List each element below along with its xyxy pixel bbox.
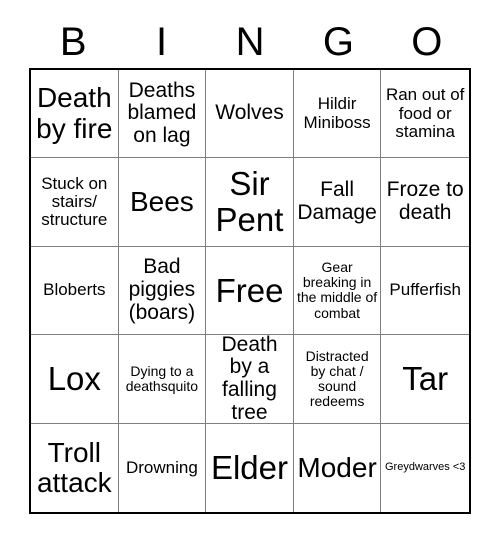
bingo-cell-label: Distracted by chat / sound redeems	[305, 347, 369, 409]
bingo-card: B I N G O Death by fire Deaths blamed on…	[29, 16, 471, 514]
bingo-cell-label: Greydwarves <3	[384, 460, 466, 473]
bingo-cell[interactable]: Sir Pent	[206, 158, 294, 247]
bingo-cell-label: Drowning	[125, 457, 198, 477]
bingo-cell-label: Sir Pent	[215, 165, 284, 239]
bingo-cell-label: Lox	[47, 360, 101, 398]
bingo-cell[interactable]: Bloberts	[31, 246, 119, 336]
bingo-cell[interactable]: Hildir Miniboss	[293, 70, 382, 159]
bingo-cell[interactable]: Greydwarves <3	[381, 423, 469, 512]
bingo-grid: Death by fire Deaths blamed on lag Wolve…	[29, 68, 471, 514]
bingo-cell[interactable]: Dying to a deathsquito	[118, 335, 207, 424]
bingo-cell-label: Fall Damage	[297, 178, 377, 225]
bingo-cell-label: Gear breaking in the middle of combat	[297, 259, 378, 321]
bingo-cell-label: Ran out of food or stamina	[385, 85, 465, 141]
bingo-cell[interactable]: Moder	[293, 423, 382, 512]
bingo-cell-label: Hildir Miniboss	[303, 94, 371, 132]
bingo-cell[interactable]: Lox	[31, 335, 119, 424]
header-letter-n: N	[235, 20, 265, 64]
bingo-cell-label: Death by fire	[36, 82, 113, 144]
bingo-cell[interactable]: Wolves	[206, 70, 294, 159]
bingo-cell-label: Tar	[402, 360, 449, 398]
bingo-cell-label: Free	[215, 271, 284, 309]
header-letter-i: I	[156, 20, 168, 64]
bingo-cell[interactable]: Bees	[118, 158, 207, 247]
bingo-cell[interactable]: Elder	[206, 423, 294, 512]
bingo-cell-label: Dying to a deathsquito	[125, 362, 199, 394]
bingo-cell[interactable]: Troll attack	[31, 423, 119, 512]
bingo-cell[interactable]: Bad piggies (boars)	[118, 246, 207, 336]
bingo-cell-label: Bloberts	[43, 280, 106, 300]
bingo-cell[interactable]: Drowning	[118, 423, 207, 512]
bingo-cell-label: Wolves	[215, 101, 284, 125]
bingo-cell-label: Deaths blamed on lag	[127, 78, 197, 148]
header-letter-g: G	[322, 20, 354, 64]
bingo-cell[interactable]: Distracted by chat / sound redeems	[293, 335, 382, 424]
bingo-cell-label: Pufferfish	[389, 280, 461, 300]
header-letter-o: O	[411, 20, 443, 64]
bingo-cell[interactable]: Pufferfish	[381, 246, 469, 336]
bingo-cell-label: Death by a falling tree	[221, 335, 278, 424]
bingo-cell-label: Bees	[129, 185, 194, 217]
bingo-cell[interactable]: Deaths blamed on lag	[118, 70, 207, 159]
bingo-cell-free[interactable]: Free	[206, 246, 294, 336]
bingo-cell-label: Stuck on stairs/ structure	[41, 173, 108, 230]
bingo-cell[interactable]: Tar	[381, 335, 469, 424]
header-letter-b: B	[59, 20, 87, 64]
bingo-cell-label: Moder	[297, 451, 377, 483]
bingo-cell-label: Bad piggies (boars)	[128, 255, 196, 324]
bingo-cell[interactable]: Froze to death	[381, 158, 469, 247]
bingo-cell[interactable]: Gear breaking in the middle of combat	[293, 246, 382, 336]
bingo-cell[interactable]: Death by a falling tree	[206, 335, 294, 424]
bingo-cell-label: Froze to death	[386, 178, 464, 225]
bingo-cell[interactable]: Stuck on stairs/ structure	[31, 158, 119, 247]
bingo-header: B I N G O	[29, 16, 471, 68]
bingo-cell[interactable]: Ran out of food or stamina	[381, 70, 469, 159]
bingo-cell-label: Troll attack	[36, 436, 112, 498]
bingo-cell[interactable]: Fall Damage	[293, 158, 382, 247]
bingo-cell[interactable]: Death by fire	[31, 70, 119, 159]
bingo-cell-label: Elder	[210, 448, 289, 486]
